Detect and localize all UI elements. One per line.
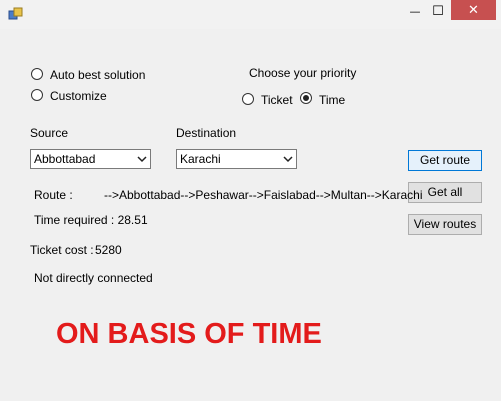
maximize-button[interactable]: ☐: [426, 0, 450, 22]
ticket-label[interactable]: Ticket: [261, 93, 293, 107]
ticket-radio[interactable]: [242, 93, 254, 105]
destination-label: Destination: [176, 126, 237, 140]
destination-dropdown[interactable]: Karachi: [176, 149, 297, 169]
minimize-icon: —: [409, 4, 421, 18]
close-button[interactable]: ✕: [451, 0, 496, 20]
app-icon: [8, 7, 23, 20]
time-radio[interactable]: [300, 92, 312, 104]
route-value: -->Abbottabad-->Peshawar-->Faislabad-->M…: [104, 188, 423, 202]
source-dropdown[interactable]: Abbottabad: [30, 149, 151, 169]
chevron-down-icon: [137, 156, 147, 163]
destination-value: Karachi: [180, 152, 221, 166]
time-label[interactable]: Time: [319, 93, 345, 107]
title-bar: — ☐ ✕: [0, 0, 501, 29]
source-value: Abbottabad: [34, 152, 96, 166]
time-required-text: Time required : 28.51: [34, 213, 148, 227]
ticket-cost-label: Ticket cost :: [30, 243, 94, 257]
maximize-icon: ☐: [432, 3, 444, 19]
get-route-button[interactable]: Get route: [408, 150, 482, 171]
route-label: Route :: [34, 188, 73, 202]
chevron-down-icon: [283, 156, 293, 163]
priority-heading: Choose your priority: [249, 66, 357, 80]
connection-status-text: Not directly connected: [34, 271, 153, 285]
auto-best-label[interactable]: Auto best solution: [50, 68, 145, 82]
ticket-cost-value: 5280: [95, 243, 122, 257]
auto-best-radio[interactable]: [31, 68, 43, 80]
close-icon: ✕: [468, 2, 479, 18]
main-window: — ☐ ✕ Auto best solution Customize Choos…: [0, 0, 501, 401]
overlay-caption: ON BASIS OF TIME: [56, 318, 322, 350]
minimize-button[interactable]: —: [403, 0, 427, 22]
source-label: Source: [30, 126, 69, 140]
customize-radio[interactable]: [31, 89, 43, 101]
view-routes-button[interactable]: View routes: [408, 214, 482, 235]
customize-label[interactable]: Customize: [50, 89, 107, 103]
